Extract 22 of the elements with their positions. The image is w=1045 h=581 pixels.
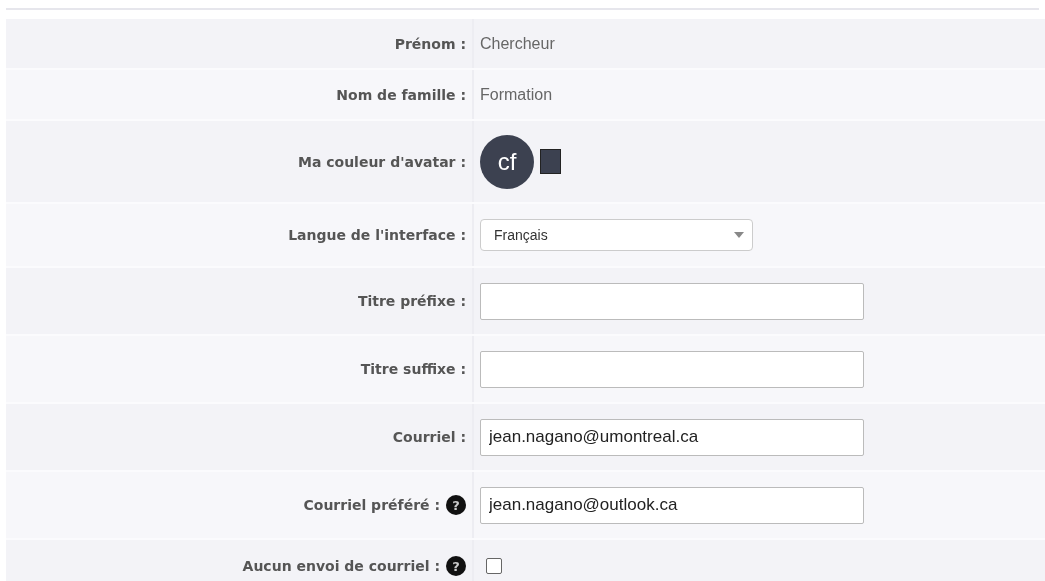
- input-field[interactable]: jean.nagano@umontreal.ca: [480, 418, 864, 456]
- checkbox[interactable]: [486, 558, 502, 574]
- field-label: Prénom :: [394, 35, 466, 52]
- field-value: Chercheur: [480, 34, 555, 53]
- caret-icon: [734, 232, 744, 238]
- field-label: Ma couleur d'avatar :: [297, 153, 466, 170]
- input-field[interactable]: [480, 282, 864, 320]
- help-icon[interactable]: ?: [446, 556, 466, 576]
- input-field[interactable]: jean.nagano@outlook.ca: [480, 486, 864, 524]
- field-label: Titre suffixe :: [360, 361, 466, 377]
- color-swatch[interactable]: [540, 149, 561, 174]
- field-label: Titre préfixe :: [357, 293, 466, 309]
- field-label: Langue de l'interface :: [288, 227, 466, 243]
- field-label: Nom de famille :: [336, 86, 466, 103]
- field-label: Courriel préféré :: [303, 497, 440, 513]
- field-value: Formation: [480, 85, 553, 104]
- field-label: Courriel :: [392, 429, 466, 445]
- help-icon[interactable]: ?: [446, 495, 466, 515]
- input-field[interactable]: [480, 350, 864, 388]
- language-select[interactable]: Français: [480, 219, 753, 251]
- avatar: cf: [480, 134, 534, 189]
- field-label: Aucun envoi de courriel :: [242, 558, 440, 574]
